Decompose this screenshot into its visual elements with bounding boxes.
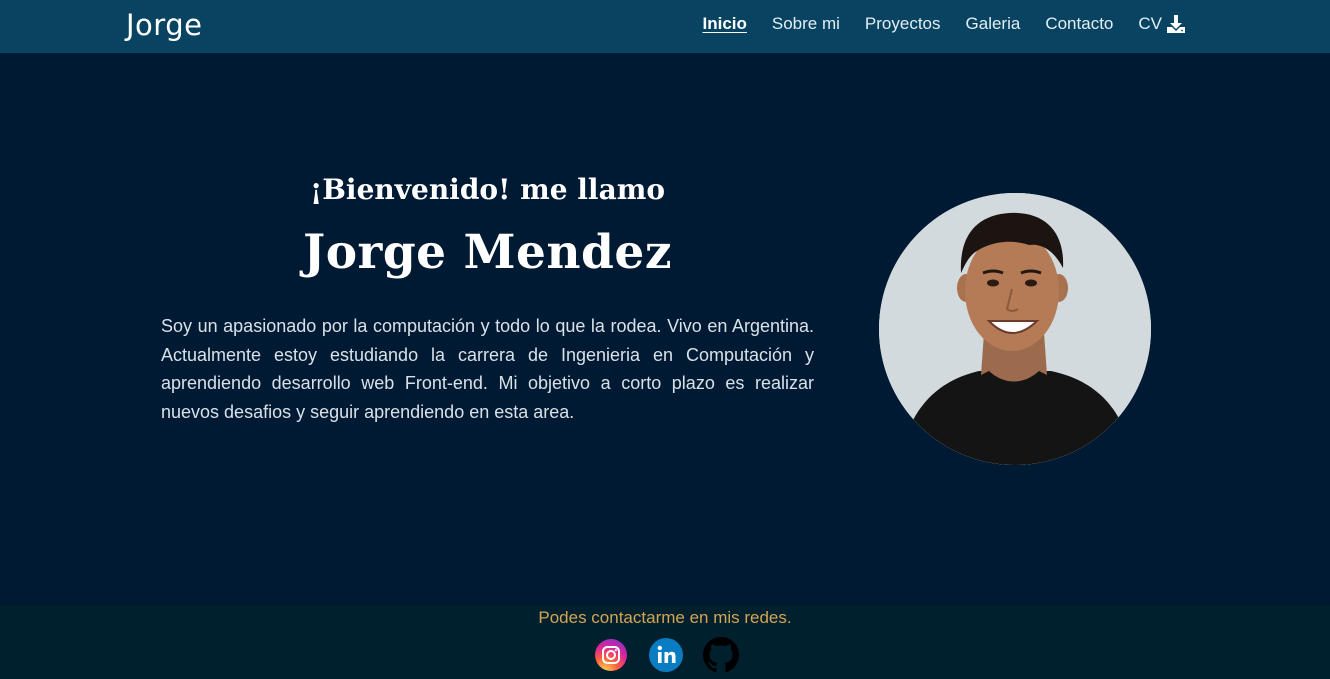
nav-link-contacto[interactable]: Contacto: [1045, 14, 1113, 34]
instagram-link[interactable]: [593, 637, 629, 673]
social-links: [593, 637, 739, 673]
footer: Podes contactarme en mis redes.: [0, 605, 1330, 679]
avatar-illustration: [879, 193, 1151, 465]
github-link[interactable]: [703, 637, 739, 673]
nav-link-sobre-mi[interactable]: Sobre mi: [772, 14, 840, 34]
profile-photo: [879, 193, 1151, 465]
nav-link-inicio[interactable]: Inicio: [702, 14, 746, 34]
nav-links: Inicio Sobre mi Proyectos Galeria Contac…: [677, 14, 1186, 34]
navbar: Jorge Inicio Sobre mi Proyectos Galeria …: [0, 0, 1330, 53]
brand-logo[interactable]: Jorge: [126, 8, 202, 42]
hero-bio: Soy un apasionado por la computación y t…: [161, 316, 814, 423]
nav-link-proyectos[interactable]: Proyectos: [865, 14, 941, 34]
nav-link-cv[interactable]: CV: [1138, 14, 1186, 34]
download-icon: [1167, 15, 1185, 33]
nav-link-cv-label: CV: [1138, 14, 1162, 33]
footer-text: Podes contactarme en mis redes.: [538, 608, 792, 627]
hero-section: ¡Bienvenido! me llamo Jorge Mendez Soy u…: [0, 53, 1330, 605]
instagram-icon: [595, 639, 627, 671]
linkedin-link[interactable]: [648, 637, 684, 673]
hero-greeting: ¡Bienvenido! me llamo: [309, 173, 666, 206]
nav-link-galeria[interactable]: Galeria: [966, 14, 1021, 34]
hero-name: Jorge Mendez: [302, 225, 673, 280]
linkedin-icon: [649, 638, 683, 672]
github-icon: [703, 637, 739, 673]
